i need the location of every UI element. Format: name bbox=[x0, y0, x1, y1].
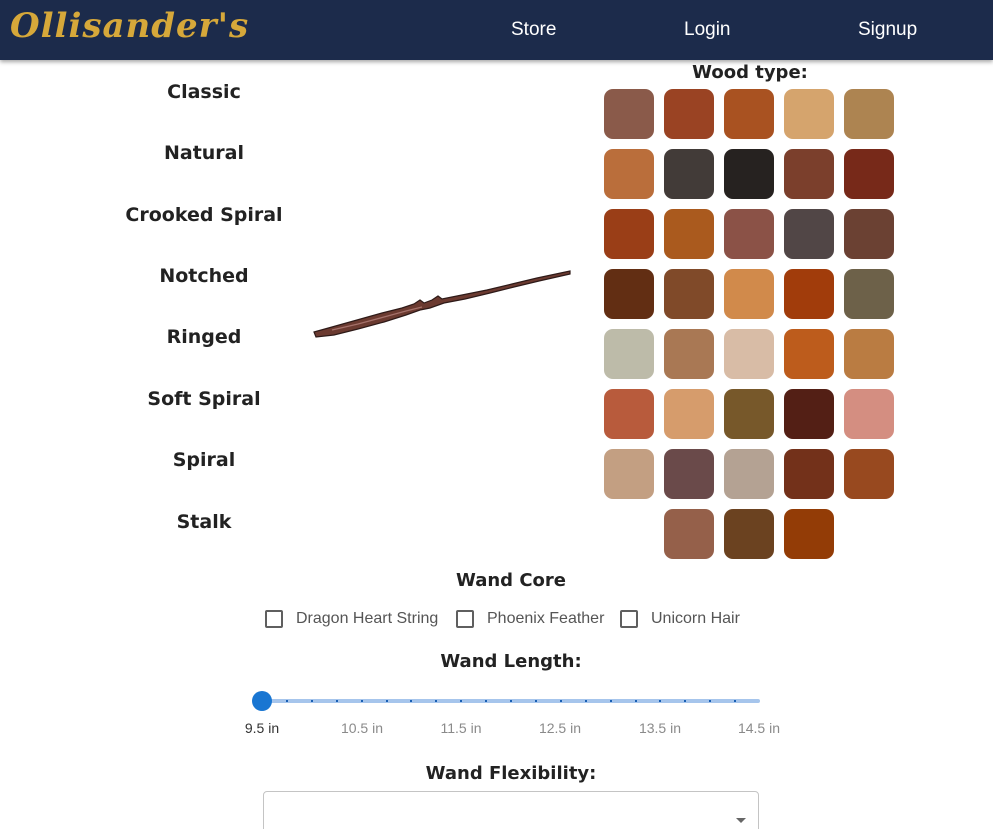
wood-swatch[interactable] bbox=[784, 269, 834, 319]
wand-style-stalk[interactable]: Stalk bbox=[104, 511, 304, 533]
wood-swatch[interactable] bbox=[604, 269, 654, 319]
slider-tick bbox=[534, 700, 537, 702]
wood-swatch[interactable] bbox=[604, 209, 654, 259]
slider-tick bbox=[285, 700, 288, 702]
wood-swatch[interactable] bbox=[784, 509, 834, 559]
wand-style-notched[interactable]: Notched bbox=[104, 265, 304, 287]
wood-swatch[interactable] bbox=[604, 329, 654, 379]
slider-tick bbox=[709, 700, 712, 702]
nav-signup-link[interactable]: Signup bbox=[858, 19, 917, 41]
length-mark-label: 14.5 in bbox=[737, 720, 781, 736]
slider-tick bbox=[634, 700, 637, 702]
wood-swatch[interactable] bbox=[784, 149, 834, 199]
chevron-down-icon[interactable] bbox=[736, 818, 746, 823]
wood-swatch[interactable] bbox=[784, 329, 834, 379]
top-navbar: Ollisander's Store Login Signup bbox=[0, 0, 993, 60]
slider-tick bbox=[609, 700, 612, 702]
wood-swatch[interactable] bbox=[724, 269, 774, 319]
slider-tick bbox=[584, 700, 587, 702]
unicorn-hair-checkbox[interactable] bbox=[620, 610, 638, 628]
wood-swatch[interactable] bbox=[844, 89, 894, 139]
wand-length-slider[interactable] bbox=[252, 688, 760, 714]
wood-swatch[interactable] bbox=[604, 89, 654, 139]
slider-tick bbox=[559, 700, 562, 702]
wood-swatch[interactable] bbox=[724, 89, 774, 139]
wood-swatch[interactable] bbox=[664, 449, 714, 499]
wood-swatch[interactable] bbox=[604, 149, 654, 199]
wand-length-title: Wand Length: bbox=[440, 651, 582, 672]
wand-style-spiral[interactable]: Spiral bbox=[104, 449, 304, 471]
length-mark-label: 12.5 in bbox=[538, 720, 582, 736]
core-option-unicorn-hair[interactable]: Unicorn Hair bbox=[620, 609, 740, 629]
length-mark-label: 10.5 in bbox=[340, 720, 384, 736]
length-mark-label: 13.5 in bbox=[638, 720, 682, 736]
slider-tick bbox=[460, 700, 463, 702]
wand-style-classic[interactable]: Classic bbox=[104, 81, 304, 103]
length-mark-label: 9.5 in bbox=[244, 720, 280, 736]
dragon-heart-string-checkbox[interactable] bbox=[265, 610, 283, 628]
slider-tick bbox=[410, 700, 413, 702]
core-option-label: Unicorn Hair bbox=[651, 610, 740, 627]
wand-preview-image bbox=[313, 270, 571, 338]
phoenix-feather-checkbox[interactable] bbox=[456, 610, 474, 628]
wand-style-soft-spiral[interactable]: Soft Spiral bbox=[104, 388, 304, 410]
wand-core-title: Wand Core bbox=[456, 570, 566, 591]
site-logo[interactable]: Ollisander's bbox=[10, 6, 249, 46]
slider-tick bbox=[734, 700, 737, 702]
wand-flexibility-title: Wand Flexibility: bbox=[425, 763, 597, 784]
wand-style-natural[interactable]: Natural bbox=[104, 142, 304, 164]
slider-tick bbox=[385, 700, 388, 702]
slider-tick bbox=[684, 700, 687, 702]
wood-swatch[interactable] bbox=[724, 389, 774, 439]
nav-store-link[interactable]: Store bbox=[511, 19, 556, 41]
wood-swatch[interactable] bbox=[664, 149, 714, 199]
wood-swatch[interactable] bbox=[664, 89, 714, 139]
wood-type-title: Wood type: bbox=[692, 62, 808, 83]
wood-swatch[interactable] bbox=[844, 149, 894, 199]
wood-swatch[interactable] bbox=[664, 209, 714, 259]
wood-swatch[interactable] bbox=[724, 509, 774, 559]
wood-swatch[interactable] bbox=[664, 269, 714, 319]
slider-thumb[interactable] bbox=[252, 691, 272, 711]
slider-tick bbox=[310, 700, 313, 702]
length-mark-label: 11.5 in bbox=[440, 720, 482, 736]
wood-swatch[interactable] bbox=[784, 209, 834, 259]
wand-style-ringed[interactable]: Ringed bbox=[104, 326, 304, 348]
slider-tick bbox=[659, 700, 662, 702]
wood-swatch[interactable] bbox=[844, 269, 894, 319]
wood-swatch[interactable] bbox=[844, 449, 894, 499]
wood-swatch[interactable] bbox=[724, 209, 774, 259]
slider-tick bbox=[485, 700, 488, 702]
wood-swatch[interactable] bbox=[844, 389, 894, 439]
wood-swatch[interactable] bbox=[664, 389, 714, 439]
wood-swatch[interactable] bbox=[724, 329, 774, 379]
wood-swatch[interactable] bbox=[604, 449, 654, 499]
wood-swatch[interactable] bbox=[724, 449, 774, 499]
wood-swatch[interactable] bbox=[664, 509, 714, 559]
wood-swatch[interactable] bbox=[664, 329, 714, 379]
slider-tick bbox=[360, 700, 363, 702]
slider-tick bbox=[510, 700, 512, 702]
core-option-label: Dragon Heart String bbox=[296, 610, 439, 627]
wood-swatch[interactable] bbox=[784, 449, 834, 499]
slider-tick bbox=[435, 700, 438, 702]
wood-swatch[interactable] bbox=[844, 329, 894, 379]
core-option-dragon-heart-string[interactable]: Dragon Heart String bbox=[265, 609, 438, 629]
wood-swatch[interactable] bbox=[784, 89, 834, 139]
wand-flexibility-select[interactable] bbox=[263, 791, 759, 829]
core-option-phoenix-feather[interactable]: Phoenix Feather bbox=[456, 609, 604, 629]
nav-login-link[interactable]: Login bbox=[684, 19, 731, 41]
core-option-label: Phoenix Feather bbox=[487, 610, 605, 627]
slider-tick bbox=[335, 700, 338, 702]
wood-swatch[interactable] bbox=[604, 389, 654, 439]
wood-swatch[interactable] bbox=[724, 149, 774, 199]
wand-style-crooked-spiral[interactable]: Crooked Spiral bbox=[104, 204, 304, 226]
wood-swatch[interactable] bbox=[784, 389, 834, 439]
wood-swatch[interactable] bbox=[844, 209, 894, 259]
